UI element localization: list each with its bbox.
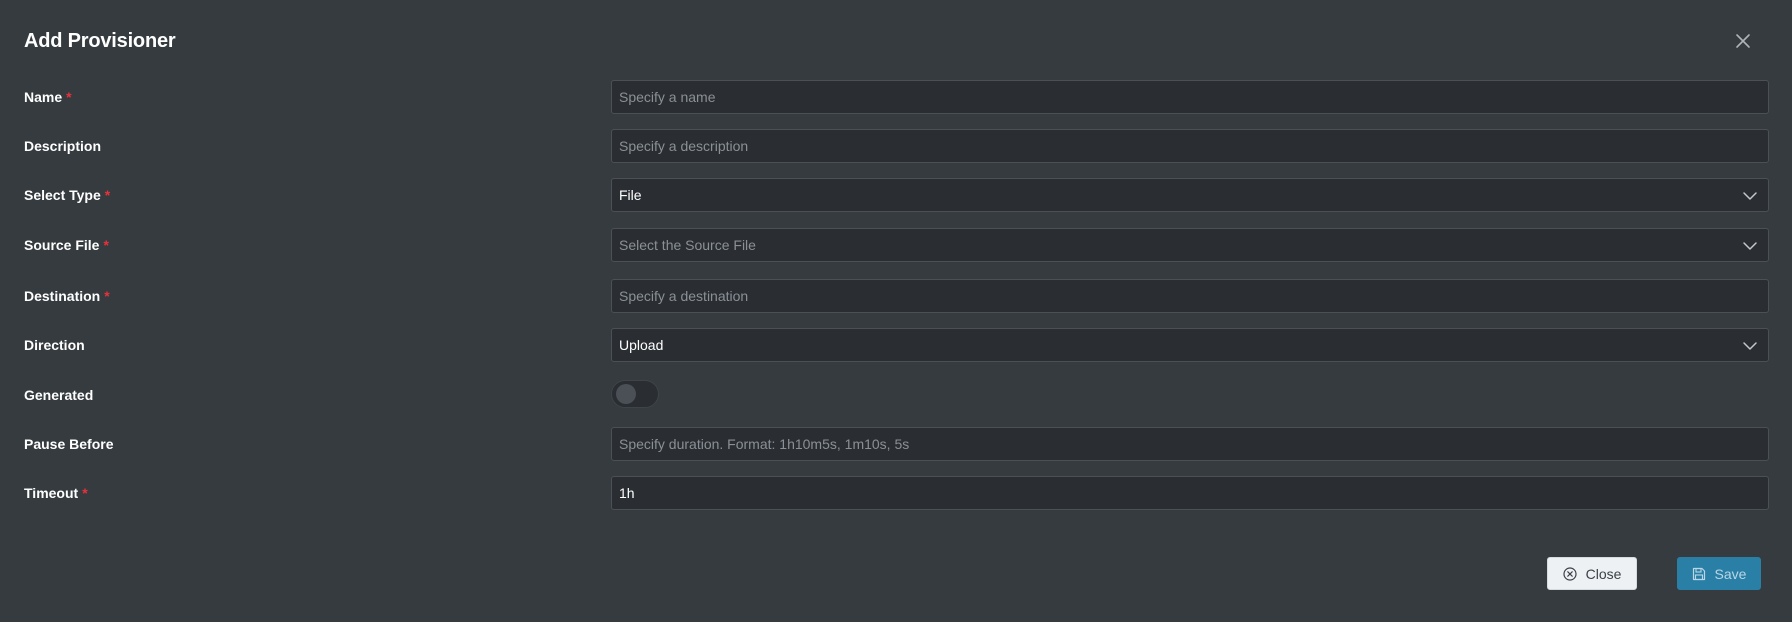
toggle-knob [616, 384, 636, 404]
destination-row: Destination * [0, 279, 1792, 313]
circle-x-icon [1562, 566, 1577, 581]
source-file-dropdown[interactable]: Select the Source File [611, 228, 1769, 262]
direction-dropdown[interactable]: Upload [611, 328, 1769, 362]
name-row: Name * [0, 80, 1792, 114]
source-file-label: Source File * [24, 237, 109, 253]
chevron-down-icon [1742, 189, 1758, 203]
timeout-row: Timeout * [0, 476, 1792, 510]
close-button[interactable]: Close [1547, 557, 1637, 590]
description-input[interactable] [612, 130, 1768, 162]
dialog-title: Add Provisioner [24, 30, 176, 52]
name-input[interactable] [612, 81, 1768, 113]
source-file-placeholder: Select the Source File [619, 237, 756, 253]
name-label: Name * [24, 89, 72, 105]
pause-before-field-wrapper [611, 427, 1769, 461]
timeout-field-wrapper [611, 476, 1769, 510]
direction-label: Direction [24, 337, 85, 353]
timeout-label: Timeout * [24, 485, 88, 501]
generated-label: Generated [24, 387, 94, 403]
required-marker: * [82, 485, 88, 501]
dialog-header: Add Provisioner [24, 26, 1768, 56]
chevron-down-icon [1742, 239, 1758, 253]
dialog-close-button[interactable] [1732, 30, 1754, 52]
name-field-wrapper [611, 80, 1769, 114]
pause-before-input[interactable] [612, 428, 1768, 460]
select-type-label: Select Type * [24, 187, 111, 203]
destination-label: Destination * [24, 288, 110, 304]
direction-row: Direction Upload [0, 328, 1792, 362]
floppy-disk-icon [1692, 567, 1706, 581]
select-type-dropdown[interactable]: File [611, 178, 1769, 212]
dialog-footer: Close Save [1541, 557, 1761, 590]
direction-value: Upload [619, 337, 664, 353]
generated-row: Generated [0, 378, 1792, 412]
description-field-wrapper [611, 129, 1769, 163]
close-button-label: Close [1585, 565, 1622, 582]
save-button[interactable]: Save [1677, 557, 1761, 590]
required-marker: * [104, 187, 111, 203]
pause-before-label: Pause Before [24, 436, 114, 452]
description-label: Description [24, 138, 102, 154]
save-button-label: Save [1714, 565, 1747, 582]
source-file-row: Source File * Select the Source File [0, 228, 1792, 262]
generated-toggle[interactable] [611, 380, 659, 408]
select-type-value: File [619, 187, 642, 203]
required-marker: * [103, 237, 109, 253]
pause-before-row: Pause Before [0, 427, 1792, 461]
required-marker: * [104, 288, 110, 304]
description-row: Description [0, 129, 1792, 163]
add-provisioner-dialog: Add Provisioner Name* Description [0, 0, 1792, 622]
chevron-down-icon [1742, 339, 1758, 353]
destination-input[interactable] [612, 280, 1768, 312]
destination-field-wrapper [611, 279, 1769, 313]
close-icon [1732, 30, 1754, 52]
required-marker: * [66, 89, 72, 105]
timeout-input[interactable] [612, 477, 1768, 509]
select-type-row: Select Type * File [0, 178, 1792, 212]
